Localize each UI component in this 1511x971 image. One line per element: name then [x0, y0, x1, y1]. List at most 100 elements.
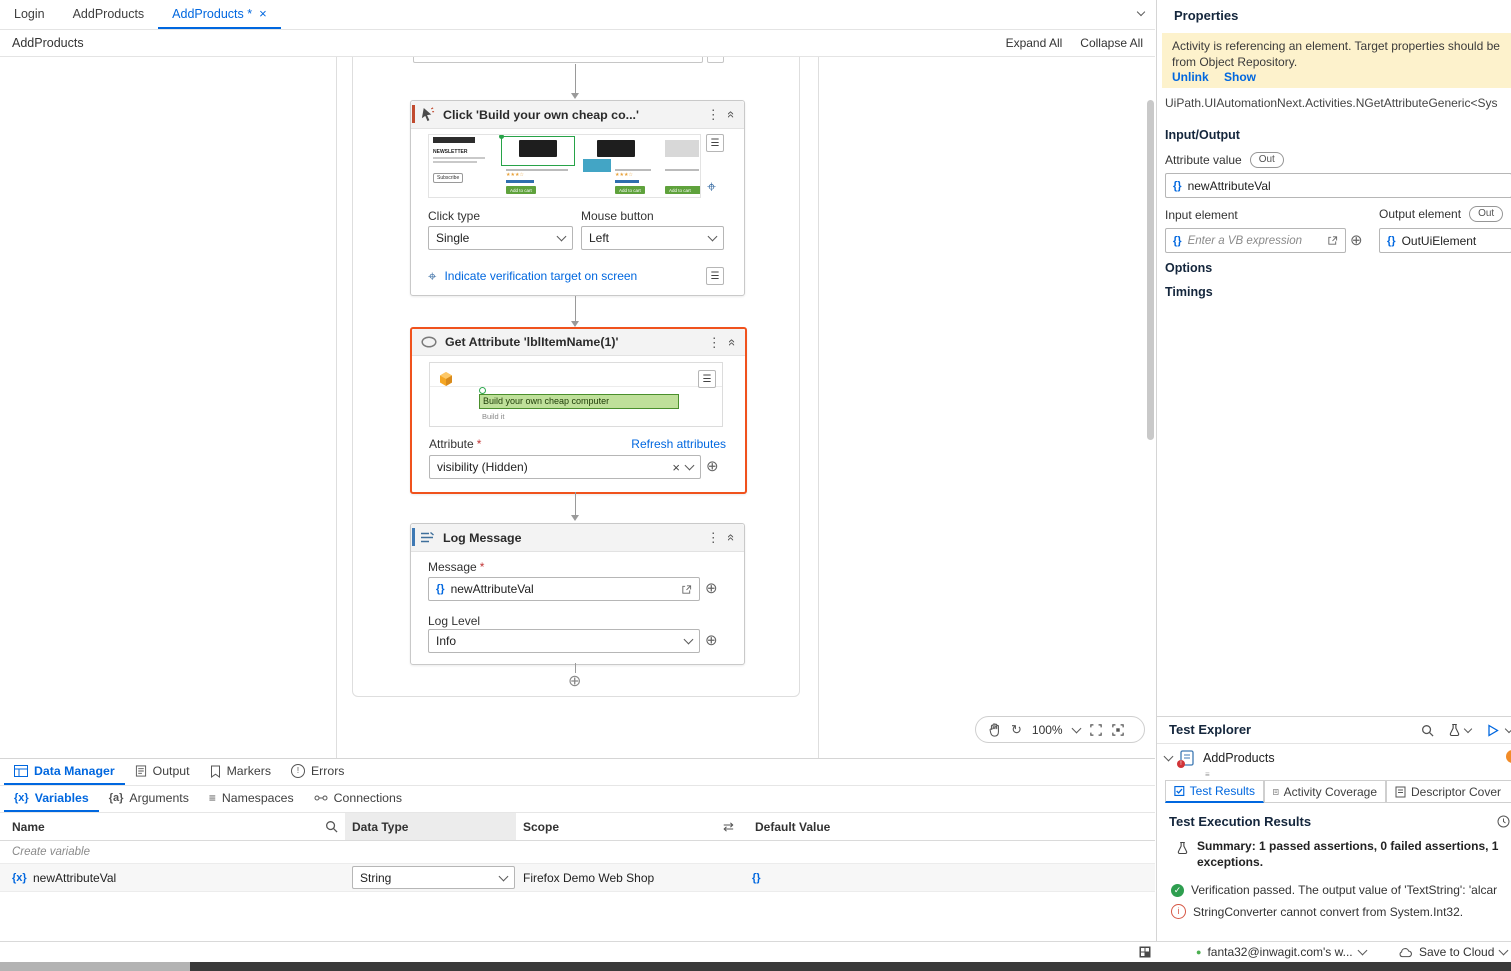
- section-options[interactable]: Options: [1165, 261, 1212, 275]
- section-input-output[interactable]: Input/Output: [1165, 128, 1240, 142]
- tab-descriptor-coverage[interactable]: Descriptor Cover: [1386, 780, 1511, 803]
- workflow-canvas[interactable]: Click 'Build your own cheap co...' ⋮ « N…: [0, 57, 1155, 758]
- activity-click-header[interactable]: Click 'Build your own cheap co...' ⋮ «: [411, 101, 744, 129]
- test-tree-row[interactable]: ! AddProducts: [1163, 747, 1511, 769]
- close-icon[interactable]: ×: [259, 6, 267, 21]
- test-error-row: i StringConverter cannot convert from Sy…: [1171, 904, 1511, 919]
- activity-log-header[interactable]: Log Message ⋮ «: [411, 524, 744, 552]
- subtab-namespaces[interactable]: ≡ Namespaces: [199, 786, 304, 812]
- kebab-menu-icon[interactable]: ⋮: [707, 108, 720, 121]
- plus-button[interactable]: ⊕: [705, 581, 718, 596]
- attribute-dropdown[interactable]: visibility (Hidden) ×: [429, 455, 701, 479]
- zoom-level[interactable]: 100%: [1032, 723, 1063, 737]
- show-link[interactable]: Show: [1224, 70, 1256, 84]
- clear-icon[interactable]: ×: [672, 460, 680, 475]
- activity-get-attribute-header[interactable]: Get Attribute 'lblItemName(1)' ⋮ «: [412, 329, 745, 356]
- connector-arrowhead: [571, 93, 579, 99]
- tab-login[interactable]: Login: [0, 0, 59, 29]
- tab-markers[interactable]: Markers: [200, 759, 281, 785]
- account-selector[interactable]: ● fanta32@inwagit.com's w...: [1196, 942, 1368, 962]
- output-element-field[interactable]: {} OutUiElement: [1379, 228, 1511, 253]
- activity-log-message[interactable]: Log Message ⋮ « Message * {} newAttribute…: [410, 523, 745, 665]
- variable-scope-cell[interactable]: Firefox Demo Web Shop: [523, 871, 654, 885]
- canvas-scrollbar[interactable]: [1147, 100, 1154, 440]
- message-label-text: Message: [428, 560, 477, 574]
- verification-passed-text: Verification passed. The output value of…: [1191, 883, 1498, 897]
- thumb-line: [433, 161, 477, 163]
- burger-menu-icon[interactable]: ☰: [706, 267, 724, 285]
- click-type-dropdown[interactable]: Single: [428, 226, 573, 250]
- run-tests-icon[interactable]: [1487, 724, 1499, 737]
- refresh-attributes-link[interactable]: Refresh attributes: [631, 437, 726, 451]
- tab-activity-coverage[interactable]: Activity Coverage: [1264, 780, 1386, 803]
- expand-all-button[interactable]: Expand All: [1006, 36, 1063, 50]
- add-activity-button[interactable]: ⊕: [568, 671, 581, 691]
- tab-addproducts-dirty[interactable]: AddProducts * ×: [158, 0, 281, 29]
- tab-data-manager[interactable]: Data Manager: [4, 759, 125, 785]
- pan-hand-icon[interactable]: [988, 722, 1001, 737]
- tab-errors[interactable]: ! Errors: [281, 759, 354, 785]
- subtab-variables[interactable]: {x} Variables: [4, 786, 99, 812]
- reset-zoom-icon[interactable]: ↻: [1011, 722, 1022, 738]
- plus-button[interactable]: ⊕: [706, 459, 719, 474]
- thumb-line: [615, 169, 651, 171]
- chevron-down-icon[interactable]: [1504, 724, 1511, 734]
- search-icon[interactable]: [325, 820, 338, 833]
- open-expression-editor-icon[interactable]: [681, 584, 692, 595]
- burger-menu-icon[interactable]: ☰: [706, 134, 724, 152]
- variable-type-dropdown[interactable]: String: [352, 866, 515, 889]
- kebab-menu-icon[interactable]: ⋮: [708, 336, 721, 349]
- variable-type-value: String: [360, 870, 392, 885]
- attribute-value-field[interactable]: {} newAttributeVal: [1165, 173, 1511, 198]
- collapse-chevron-icon[interactable]: «: [724, 534, 739, 541]
- tab-addproducts[interactable]: AddProducts: [59, 0, 159, 29]
- variable-row[interactable]: {x} newAttributeVal String Firefox Demo …: [0, 864, 1155, 892]
- chevron-down-icon[interactable]: [683, 634, 694, 645]
- burger-menu-icon[interactable]: ☰: [698, 370, 716, 388]
- thumb-newsletter-label: NEWSLETTER: [433, 149, 468, 155]
- variable-default-cell[interactable]: {}: [752, 872, 761, 884]
- plus-button[interactable]: ⊕: [705, 633, 718, 648]
- chevron-down-icon[interactable]: [1463, 724, 1473, 734]
- activity-get-attribute[interactable]: Get Attribute 'lblItemName(1)' ⋮ « Build…: [410, 327, 747, 494]
- tab-addproducts-label: AddProducts: [72, 6, 145, 21]
- section-timings[interactable]: Timings: [1165, 285, 1213, 299]
- open-expression-editor-icon[interactable]: [1327, 235, 1338, 246]
- activity-click[interactable]: Click 'Build your own cheap co...' ⋮ « N…: [410, 100, 745, 296]
- tab-output[interactable]: Output: [125, 759, 200, 785]
- subtab-connections[interactable]: Connections: [304, 786, 412, 812]
- indicate-target-icon[interactable]: ⌖: [707, 179, 716, 197]
- panel-divider: [1157, 743, 1511, 744]
- create-variable-row[interactable]: Create variable: [0, 841, 1155, 864]
- unlink-link[interactable]: Unlink: [1172, 70, 1209, 84]
- tree-expander-icon[interactable]: [1163, 751, 1174, 762]
- filter-tests-icon[interactable]: [1449, 723, 1460, 737]
- mouse-button-dropdown[interactable]: Left: [581, 226, 724, 250]
- fit-to-screen-icon[interactable]: [1089, 723, 1102, 736]
- save-to-cloud-button[interactable]: Save to Cloud: [1398, 942, 1509, 962]
- focus-selection-icon[interactable]: [1111, 723, 1124, 736]
- input-element-field[interactable]: {} Enter a VB expression: [1165, 228, 1346, 253]
- chevron-down-icon[interactable]: [1071, 723, 1082, 733]
- clock-icon[interactable]: [1497, 815, 1510, 828]
- collapse-all-button[interactable]: Collapse All: [1080, 36, 1143, 50]
- layout-grid-icon[interactable]: [1139, 946, 1151, 958]
- tab-test-results[interactable]: Test Results: [1165, 780, 1264, 803]
- indicate-target-icon[interactable]: ⌖: [428, 268, 436, 285]
- indicate-verification-link[interactable]: Indicate verification target on screen: [444, 269, 637, 283]
- variable-name-cell[interactable]: newAttributeVal: [33, 871, 116, 885]
- kebab-menu-icon[interactable]: ⋮: [707, 531, 720, 544]
- attribute-value-label: Attribute value: [1165, 153, 1242, 167]
- search-icon[interactable]: [1421, 724, 1434, 737]
- chevron-down-icon[interactable]: [684, 460, 695, 471]
- collapse-chevron-icon[interactable]: «: [725, 338, 740, 345]
- swap-icon[interactable]: ⇄: [723, 819, 734, 835]
- log-level-dropdown[interactable]: Info: [428, 629, 700, 653]
- breadcrumb[interactable]: AddProducts: [12, 36, 84, 50]
- plus-button[interactable]: ⊕: [1350, 233, 1363, 248]
- required-asterisk: *: [479, 560, 485, 574]
- collapse-chevron-icon[interactable]: «: [724, 111, 739, 118]
- subtab-arguments[interactable]: {a} Arguments: [99, 786, 199, 812]
- message-input[interactable]: {} newAttributeVal: [428, 577, 700, 601]
- tab-overflow-chevron-icon[interactable]: [1136, 7, 1146, 17]
